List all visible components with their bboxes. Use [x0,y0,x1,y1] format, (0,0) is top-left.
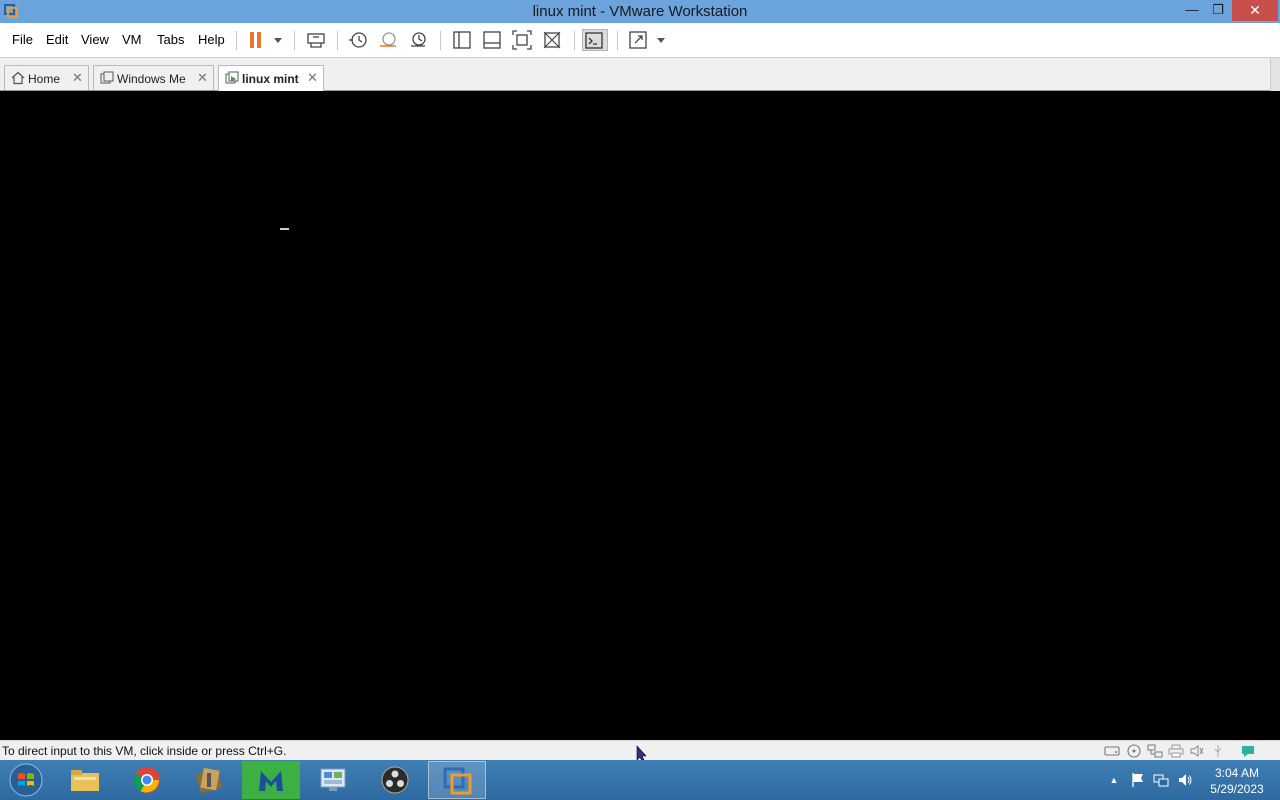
menu-vm[interactable]: VM [122,32,142,47]
network-adapter-icon[interactable] [1147,744,1163,758]
clock-time: 3:04 AM [1214,766,1260,780]
menu-file[interactable]: File [12,32,33,47]
window-title: linux mint - VMware Workstation [532,3,748,20]
clock-date: 5/29/2023 [1210,782,1264,796]
taskbar-vmware[interactable] [428,761,486,799]
tab-windows-me[interactable]: Windows Me ✕ [93,65,214,90]
usb-icon[interactable] [1210,744,1226,758]
taskbar-control-panel[interactable] [304,761,362,799]
taskbar-file-explorer[interactable] [56,761,114,799]
minimize-button[interactable]: — [1180,0,1204,21]
vm-icon [100,71,114,85]
dropdown-arrow-icon[interactable] [650,29,665,51]
tab-label: Windows Me [117,72,186,86]
close-button[interactable]: ✕ [1232,0,1278,21]
title-bar: linux mint - VMware Workstation — ❐ ✕ [0,0,1280,23]
dropdown-arrow-icon[interactable] [267,29,282,51]
vmware-icon [443,767,472,795]
tab-label: linux mint [242,72,299,86]
menu-help[interactable]: Help [198,32,225,47]
toolbar-separator [617,31,618,50]
menu-edit[interactable]: Edit [46,32,68,47]
taskbar-archive[interactable] [180,761,238,799]
show-hidden-icons-icon[interactable]: ▲ [1106,772,1122,788]
control-panel-icon [320,768,346,791]
taskbar-chrome[interactable] [118,761,176,799]
archive-icon [195,767,223,794]
full-screen-icon[interactable] [511,29,533,51]
send-ctrl-alt-del-icon[interactable] [305,29,327,51]
tab-close-icon[interactable]: ✕ [307,70,318,86]
start-button[interactable] [6,761,46,799]
stretch-guest-icon[interactable] [627,29,649,51]
action-center-flag-icon[interactable] [1130,772,1146,788]
toolbar-separator [337,31,338,50]
chrome-icon [133,767,160,793]
restore-button[interactable]: ❐ [1206,0,1230,21]
toolbar-separator [574,31,575,50]
unity-icon[interactable] [541,29,563,51]
show-library-icon[interactable] [451,29,473,51]
cd-drive-icon[interactable] [1126,744,1142,758]
tab-linux-mint[interactable]: linux mint ✕ [218,65,324,91]
vm-running-icon [225,71,239,85]
printer-icon[interactable] [1168,744,1184,758]
tab-bar: Home ✕ Windows Me ✕ linux mint ✕ [0,58,1280,91]
vm-display[interactable] [0,92,1280,740]
taskbar-obs[interactable] [366,761,424,799]
taskbar: ▲ 3:04 AM 5/29/2023 [0,760,1280,800]
tab-label: Home [28,72,61,86]
toolbar-separator [294,31,295,50]
sound-card-icon[interactable] [1189,744,1205,758]
network-icon[interactable] [1153,772,1169,788]
obs-icon [381,766,409,794]
hard-disk-icon[interactable] [1104,744,1120,758]
toolbar-separator [236,31,237,50]
tab-close-icon[interactable]: ✕ [197,70,208,86]
console-view-icon[interactable] [582,29,608,51]
pause-icon[interactable] [245,29,267,51]
file-explorer-icon [71,770,99,791]
taskbar-malwarebytes[interactable] [242,761,300,799]
tab-close-icon[interactable]: ✕ [72,70,83,86]
volume-icon[interactable] [1177,772,1193,788]
revert-snapshot-icon[interactable] [377,29,399,51]
text-cursor [280,228,289,230]
home-icon [11,71,25,85]
tab-home[interactable]: Home ✕ [4,65,89,90]
menu-view[interactable]: View [81,32,109,47]
toolbar-separator [440,31,441,50]
menu-toolbar: File Edit View VM Tabs Help [0,23,1280,58]
thumbnail-bar-icon[interactable] [481,29,503,51]
malwarebytes-icon [259,771,283,791]
snapshot-manager-icon[interactable] [407,29,429,51]
menu-tabs[interactable]: Tabs [157,32,184,47]
message-log-icon[interactable] [1240,744,1256,758]
system-clock[interactable]: 3:04 AM 5/29/2023 [1200,765,1274,797]
tab-scroll-area [1270,58,1280,91]
status-message: To direct input to this VM, click inside… [2,744,287,758]
snapshot-icon[interactable] [347,29,369,51]
